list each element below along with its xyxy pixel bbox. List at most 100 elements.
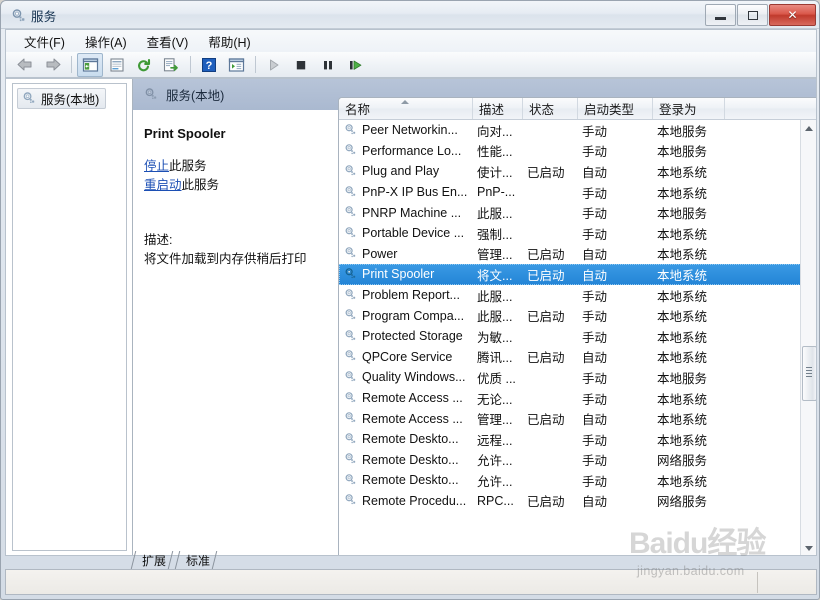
table-row[interactable]: QPCore Service 腾讯... 已启动 自动 本地系统 bbox=[339, 347, 801, 368]
service-name-cell: Remote Deskto... bbox=[343, 472, 459, 489]
service-logon-cell: 本地系统 bbox=[657, 268, 708, 283]
service-name-text: Power bbox=[362, 246, 398, 261]
table-row[interactable]: Power 管理... 已启动 自动 本地系统 bbox=[339, 244, 801, 265]
forward-arrow-icon[interactable] bbox=[39, 53, 65, 77]
table-row[interactable]: Remote Deskto... 远程... 手动 本地系统 bbox=[339, 429, 801, 450]
list-view-icon[interactable] bbox=[223, 53, 249, 77]
service-gear-icon bbox=[343, 287, 357, 304]
list-vertical-scrollbar[interactable] bbox=[800, 120, 816, 555]
service-description-cell: 性能... bbox=[477, 145, 513, 160]
restart-service-line: 重启动此服务 bbox=[144, 176, 328, 195]
column-name[interactable]: 名称 bbox=[339, 98, 473, 119]
table-row[interactable]: Protected Storage 为敏... 手动 本地系统 bbox=[339, 326, 801, 347]
status-bar bbox=[5, 569, 817, 595]
service-status-cell: 已启动 bbox=[527, 268, 565, 283]
properties-icon[interactable] bbox=[104, 53, 130, 77]
service-name-text: Quality Windows... bbox=[362, 370, 466, 385]
service-gear-icon bbox=[343, 492, 357, 509]
pause-service-icon[interactable] bbox=[315, 53, 341, 77]
close-button[interactable]: ✕ bbox=[769, 4, 816, 26]
table-row[interactable]: Remote Access ... 无论... 手动 本地系统 bbox=[339, 388, 801, 409]
service-status-cell: 已启动 bbox=[527, 248, 565, 263]
table-row[interactable]: Portable Device ... 强制... 手动 本地系统 bbox=[339, 223, 801, 244]
service-startup-cell: 自动 bbox=[582, 495, 608, 510]
service-description-cell: 此服... bbox=[477, 207, 513, 222]
scroll-up-icon[interactable] bbox=[801, 120, 816, 136]
service-description-cell: 管理... bbox=[477, 413, 513, 428]
start-service-icon[interactable] bbox=[261, 53, 287, 77]
table-row[interactable]: Plug and Play 使计... 已启动 自动 本地系统 bbox=[339, 161, 801, 182]
stop-service-icon[interactable] bbox=[288, 53, 314, 77]
table-row[interactable]: Peer Networkin... 向对... 手动 本地服务 bbox=[339, 120, 801, 141]
export-list-icon[interactable] bbox=[158, 53, 184, 77]
service-detail-pane: Print Spooler 停止此服务 重启动此服务 描述: 将文件加载到内存供… bbox=[133, 110, 338, 555]
help-icon[interactable]: ? bbox=[196, 53, 222, 77]
service-status-cell: 已启动 bbox=[527, 165, 565, 180]
show-hide-tree-icon[interactable] bbox=[77, 52, 103, 77]
service-name-cell: QPCore Service bbox=[343, 348, 452, 365]
restart-service-link[interactable]: 重启动 bbox=[144, 178, 182, 192]
scrollbar-thumb[interactable] bbox=[802, 346, 816, 401]
table-row[interactable]: Remote Procedu... RPC... 已启动 自动 网络服务 bbox=[339, 491, 801, 512]
toolbar-separator bbox=[71, 56, 72, 73]
menu-help[interactable]: 帮助(H) bbox=[198, 29, 260, 54]
table-row[interactable]: Program Compa... 此服... 已启动 手动 本地系统 bbox=[339, 305, 801, 326]
menu-view[interactable]: 查看(V) bbox=[137, 29, 199, 54]
results-banner-label: 服务(本地) bbox=[166, 89, 225, 103]
table-row[interactable]: Problem Report... 此服... 手动 本地系统 bbox=[339, 285, 801, 306]
restore-button[interactable] bbox=[737, 4, 768, 26]
service-name-cell: Remote Procedu... bbox=[343, 492, 466, 509]
table-row[interactable]: PNRP Machine ... 此服... 手动 本地服务 bbox=[339, 202, 801, 223]
view-tabs: 扩展 标准 bbox=[5, 549, 817, 569]
column-startup-type[interactable]: 启动类型 bbox=[578, 98, 653, 119]
refresh-icon[interactable] bbox=[131, 53, 157, 77]
restart-service-icon[interactable] bbox=[342, 53, 368, 77]
menu-file[interactable]: 文件(F) bbox=[14, 29, 75, 54]
table-row[interactable]: Performance Lo... 性能... 手动 本地服务 bbox=[339, 141, 801, 162]
tab-standard-label: 标准 bbox=[186, 553, 211, 568]
service-logon-cell: 本地服务 bbox=[657, 145, 708, 160]
service-name-cell: PnP-X IP Bus En... bbox=[343, 184, 467, 201]
table-row[interactable]: PnP-X IP Bus En... PnP-... 手动 本地系统 bbox=[339, 182, 801, 203]
minimize-button[interactable] bbox=[705, 4, 736, 26]
services-gear-icon bbox=[10, 7, 26, 23]
service-gear-icon bbox=[343, 122, 357, 139]
results-pane: 服务(本地) Print Spooler 停止此服务 重启动此服务 描述: 将文… bbox=[133, 79, 816, 555]
service-logon-cell: 本地系统 bbox=[657, 165, 708, 180]
service-name-cell: Performance Lo... bbox=[343, 142, 461, 159]
service-name-cell: Plug and Play bbox=[343, 163, 439, 180]
table-row[interactable]: Quality Windows... 优质 ... 手动 本地服务 bbox=[339, 367, 801, 388]
column-description[interactable]: 描述 bbox=[473, 98, 523, 119]
service-startup-cell: 自动 bbox=[582, 268, 608, 283]
table-row[interactable]: Remote Deskto... 允许... 手动 网络服务 bbox=[339, 450, 801, 471]
service-description-cell: 此服... bbox=[477, 289, 513, 304]
description-text: 将文件加载到内存供稍后打印 bbox=[144, 252, 307, 266]
sort-ascending-icon bbox=[401, 100, 409, 104]
stop-service-link[interactable]: 停止 bbox=[144, 159, 169, 173]
service-name-cell: Portable Device ... bbox=[343, 225, 464, 242]
tab-extended[interactable]: 扩展 bbox=[130, 551, 174, 569]
table-row[interactable]: Remote Access ... 管理... 已启动 自动 本地系统 bbox=[339, 408, 801, 429]
service-name-cell: Peer Networkin... bbox=[343, 122, 458, 139]
service-logon-cell: 本地系统 bbox=[657, 433, 708, 448]
services-gear-icon bbox=[143, 86, 158, 104]
service-name-text: Remote Procedu... bbox=[362, 493, 467, 508]
service-startup-cell: 手动 bbox=[582, 227, 608, 242]
menu-action[interactable]: 操作(A) bbox=[75, 29, 137, 54]
service-name-text: Performance Lo... bbox=[362, 143, 462, 158]
service-startup-cell: 手动 bbox=[582, 371, 608, 386]
column-status[interactable]: 状态 bbox=[523, 98, 578, 119]
back-arrow-icon[interactable] bbox=[12, 53, 38, 77]
table-row[interactable]: Remote Deskto... 允许... 手动 本地系统 bbox=[339, 470, 801, 491]
service-description-cell: 将文... bbox=[477, 268, 513, 283]
scrollbar-grip-icon bbox=[806, 367, 812, 379]
tree-node-services-local[interactable]: 服务(本地) bbox=[17, 88, 107, 109]
table-row[interactable]: Print Spooler 将文... 已启动 自动 本地系统 bbox=[339, 264, 801, 285]
service-startup-cell: 自动 bbox=[582, 248, 608, 263]
column-log-on-as[interactable]: 登录为 bbox=[653, 98, 725, 119]
title-bar: 服务 ✕ bbox=[1, 1, 819, 29]
service-gear-icon bbox=[343, 204, 357, 221]
tab-standard[interactable]: 标准 bbox=[174, 551, 218, 569]
stop-service-suffix: 此服务 bbox=[169, 159, 207, 173]
service-startup-cell: 手动 bbox=[582, 392, 608, 407]
